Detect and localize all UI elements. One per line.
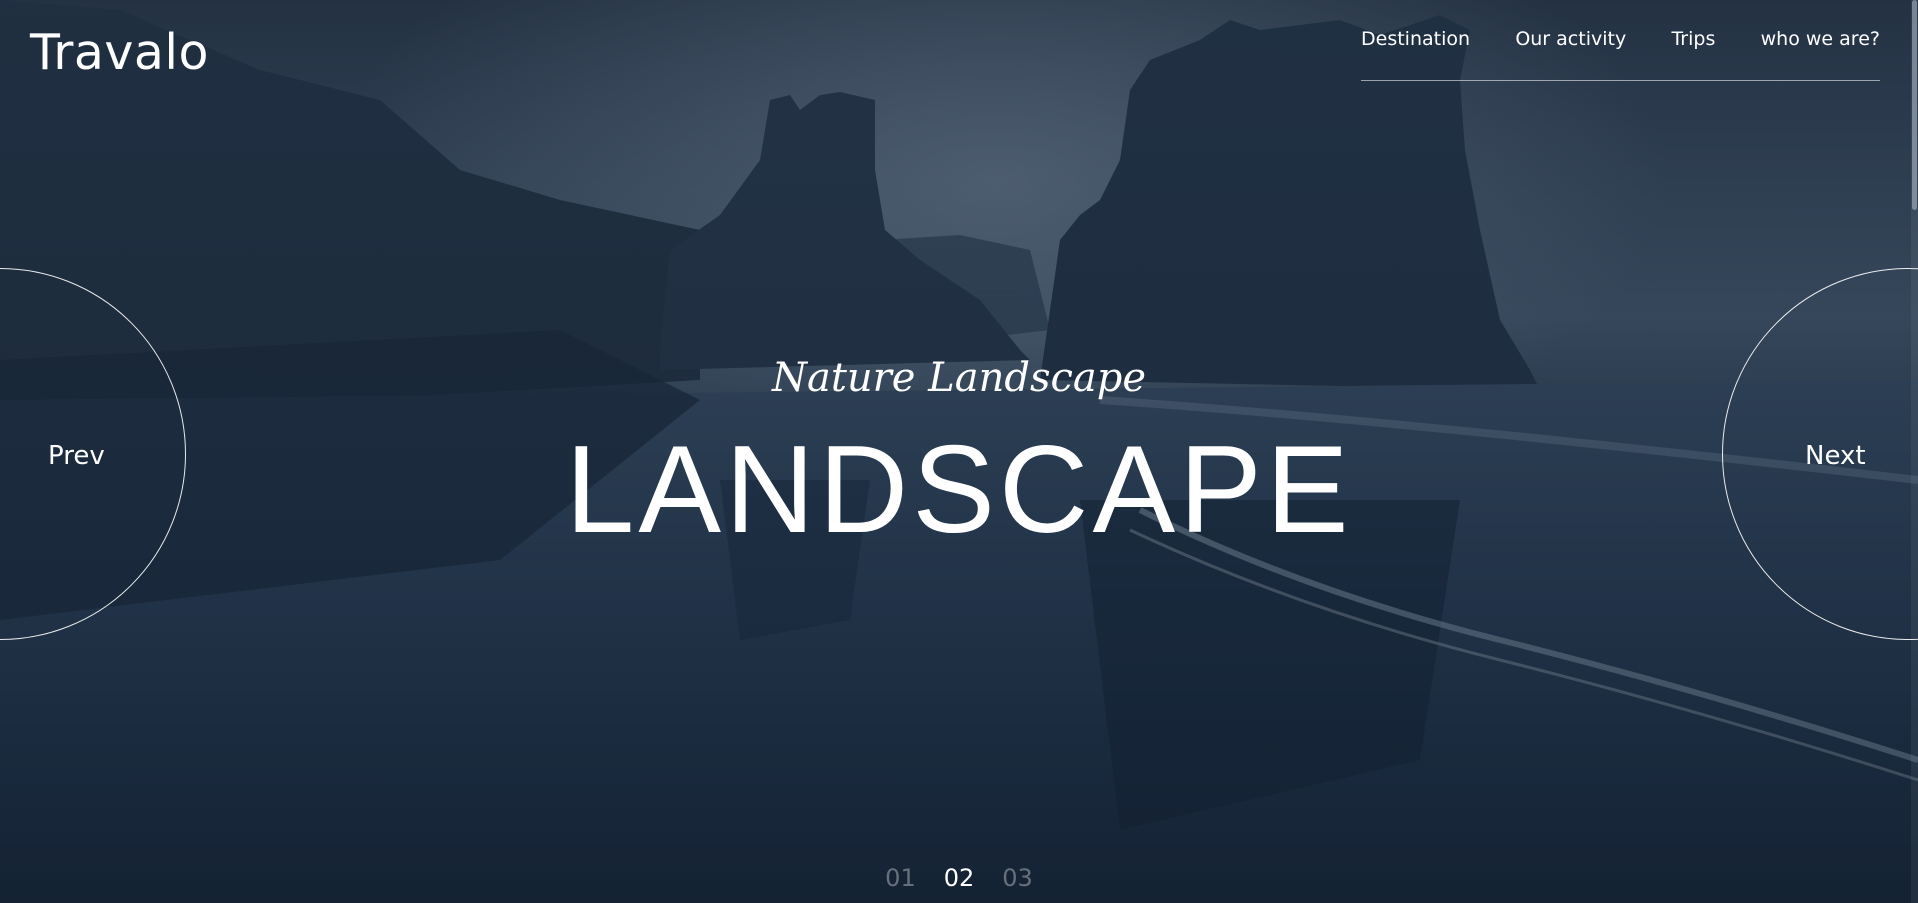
nav-item-who-we-are[interactable]: who we are? <box>1761 26 1880 52</box>
page-scrollbar-thumb[interactable] <box>1912 0 1917 210</box>
slide-pagination: 01 02 03 <box>0 864 1918 892</box>
main-navigation: Destination Our activity Trips who we ar… <box>1361 26 1880 81</box>
pagination-page-03[interactable]: 03 <box>1002 864 1033 892</box>
nav-item-destination[interactable]: Destination <box>1361 26 1470 52</box>
pagination-page-02-active[interactable]: 02 <box>944 864 975 892</box>
nav-item-our-activity[interactable]: Our activity <box>1515 26 1626 52</box>
brand-logo[interactable]: Travalo <box>30 28 209 77</box>
nav-item-trips[interactable]: Trips <box>1671 26 1715 52</box>
hero-subtitle: Nature Landscape <box>771 355 1147 401</box>
hero-title: LANDSCAPE <box>565 421 1353 559</box>
pagination-page-01[interactable]: 01 <box>885 864 916 892</box>
hero-section: Travalo Destination Our activity Trips w… <box>0 0 1918 903</box>
